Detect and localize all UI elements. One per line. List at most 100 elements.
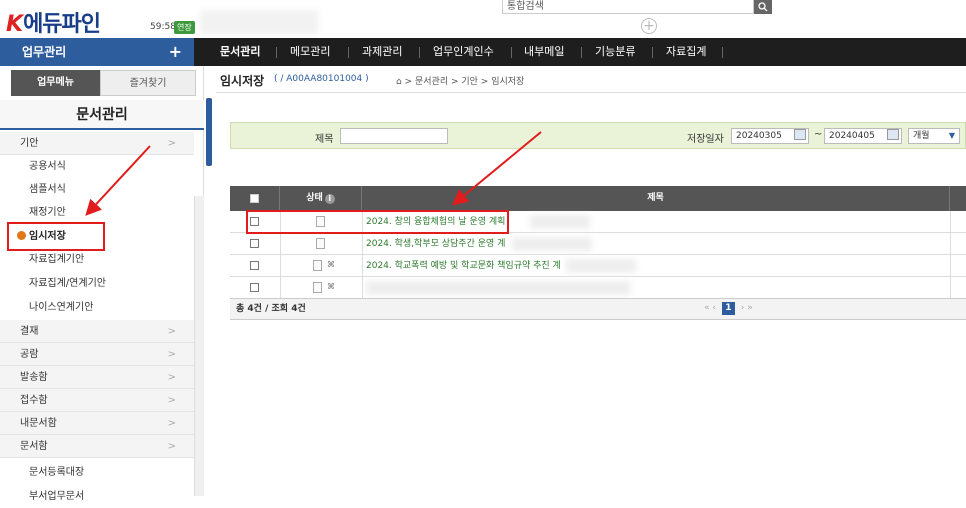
chevron-right-icon: > — [167, 349, 176, 360]
nav-data-aggregation[interactable]: 자료집계 — [666, 38, 706, 66]
table-row[interactable]: 2024. 학생,학부모 상담주간 운영 계 — [230, 233, 966, 255]
search-icon[interactable] — [754, 0, 772, 14]
sidebar-section-my-documents[interactable]: 내문서함 > — [0, 412, 194, 435]
nav-divider — [511, 47, 512, 58]
chevron-right-icon: > — [167, 138, 176, 149]
cell-divider — [280, 255, 281, 277]
row-title-link[interactable]: 2024. 학교폭력 예방 및 학교문화 책임규약 추진 계 — [366, 255, 561, 277]
sidebar-item-financial-draft[interactable]: 재정기안 — [0, 201, 194, 224]
chevron-right-icon: > — [167, 441, 176, 452]
dropdown-arrow-icon: ▼ — [948, 131, 955, 140]
sidebar-item-doc-register[interactable]: 문서등록대장 — [0, 461, 194, 484]
tab-favorites[interactable]: 즐겨찾기 — [100, 70, 196, 96]
annotation-box-sidebar — [7, 222, 105, 251]
sidebar-item-neis-link-draft[interactable]: 나이스연계기안 — [0, 296, 194, 319]
table-row[interactable]: ⌘ — [230, 277, 966, 299]
nav-handover[interactable]: 업무인계인수 — [433, 38, 494, 66]
tab-work-menu[interactable]: 업무메뉴 — [11, 70, 100, 96]
chevron-right-icon: > — [167, 326, 176, 337]
sidebar-title: 문서관리 — [0, 100, 204, 130]
last-page-icon[interactable]: » — [747, 303, 753, 313]
document-code: ( / A00AA80101004 ) — [274, 74, 369, 84]
period-select[interactable]: 개월 ▼ — [908, 128, 960, 144]
sidebar-section-document-box[interactable]: 문서함 > — [0, 435, 194, 458]
plus-circle-icon[interactable]: + — [641, 18, 657, 34]
cell-divider — [362, 255, 363, 277]
sidebar-collapse-handle[interactable] — [206, 98, 212, 166]
row-title-link[interactable]: 2024. 학생,학부모 상담주간 운영 계 — [366, 233, 505, 255]
info-icon[interactable]: i — [324, 194, 335, 204]
row-checkbox[interactable] — [250, 283, 259, 292]
sidebar-section-circulation[interactable]: 공람 > — [0, 343, 194, 366]
calendar-icon[interactable] — [887, 129, 899, 140]
table-row[interactable]: ⌘ 2024. 학교폭력 예방 및 학교문화 책임규약 추진 계 — [230, 255, 966, 277]
sidebar-item-data-aggregation-draft[interactable]: 자료집계기안 — [0, 248, 194, 271]
document-icon — [316, 238, 325, 249]
sidebar-section-inbox[interactable]: 접수함 > — [0, 389, 194, 412]
nav-function-classification[interactable]: 기능분류 — [595, 38, 635, 66]
nav-internal-mail[interactable]: 내부메일 — [524, 38, 564, 66]
home-icon[interactable]: ⌂ — [396, 77, 402, 87]
sidebar-item-sample-forms[interactable]: 샘플서식 — [0, 178, 194, 201]
main-nav: 업무관리 + 문서관리 메모관리 과제관리 업무인계인수 내부메일 기능분류 자… — [0, 38, 966, 66]
sidebar-item-aggregation-link-draft[interactable]: 자료집계/연계기안 — [0, 272, 194, 295]
sidebar: 업무메뉴 즐겨찾기 문서관리 기안 > 공용서식 샘플서식 재정기안 임시저장 자… — [0, 66, 204, 508]
blurred-text — [366, 281, 630, 295]
document-icon — [313, 282, 322, 293]
nav-divider — [581, 47, 582, 58]
nav-divider — [419, 47, 420, 58]
cell-divider — [950, 211, 951, 233]
nav-divider — [348, 47, 349, 58]
calendar-icon[interactable] — [794, 129, 806, 140]
cell-divider — [280, 277, 281, 299]
table-summary-bar: 총 4건 / 조회 4건 « ‹ 1 › » — [230, 298, 966, 320]
nav-divider — [652, 47, 653, 58]
breadcrumb: ⌂ > 문서관리 > 기안 > 임시저장 — [396, 77, 525, 87]
row-checkbox[interactable] — [250, 239, 259, 248]
pagination: « ‹ 1 › » — [704, 302, 753, 315]
nav-task-management[interactable]: 과제관리 — [362, 38, 402, 66]
nav-divider — [276, 47, 277, 58]
title-filter-label: 제목 — [315, 134, 334, 145]
blurred-user-info — [200, 10, 318, 34]
blurred-text — [566, 259, 636, 273]
cell-divider — [362, 233, 363, 255]
extend-session-button[interactable]: 연장 — [174, 21, 195, 34]
sidebar-item-dept-docs[interactable]: 부서업무문서 — [0, 485, 194, 508]
date-range-separator: ~ — [814, 129, 823, 140]
nav-document-management[interactable]: 문서관리 — [220, 38, 260, 66]
work-management-menu[interactable]: 업무관리 + — [0, 38, 194, 66]
blurred-text — [530, 215, 590, 229]
sidebar-scrollbar[interactable] — [194, 196, 204, 496]
chevron-right-icon: > — [167, 395, 176, 406]
select-all-column — [230, 186, 280, 211]
cell-divider — [280, 233, 281, 255]
status-column-header: 상태 i — [280, 186, 362, 211]
row-checkbox[interactable] — [250, 261, 259, 270]
prev-page-icon[interactable]: ‹ — [712, 303, 716, 313]
nav-memo-management[interactable]: 메모관리 — [290, 38, 330, 66]
blurred-text — [512, 237, 592, 251]
sidebar-section-draft[interactable]: 기안 > — [0, 132, 194, 155]
cell-divider — [950, 255, 951, 277]
edufine-logo[interactable]: K에듀파인 — [6, 6, 101, 38]
page-number-current[interactable]: 1 — [721, 302, 735, 315]
first-page-icon[interactable]: « — [704, 303, 710, 313]
cell-divider — [950, 277, 951, 299]
result-count: 총 4건 / 조회 4건 — [236, 304, 306, 314]
select-all-checkbox[interactable] — [250, 194, 259, 203]
chevron-right-icon: > — [167, 418, 176, 429]
document-icon — [313, 260, 322, 271]
chevron-right-icon: > — [167, 372, 176, 383]
add-menu-icon[interactable]: + — [169, 38, 182, 66]
save-date-label: 저장일자 — [687, 134, 724, 145]
sidebar-section-outbox[interactable]: 발송함 > — [0, 366, 194, 389]
title-filter-input[interactable] — [340, 128, 448, 144]
sidebar-section-approval[interactable]: 결재 > — [0, 320, 194, 343]
next-page-icon[interactable]: › — [741, 303, 745, 313]
cell-divider — [362, 277, 363, 299]
table-header: 상태 i 제목 — [230, 186, 966, 211]
divider — [216, 92, 966, 93]
sidebar-item-common-forms[interactable]: 공용서식 — [0, 155, 194, 178]
search-input[interactable]: 통합검색 — [502, 0, 754, 14]
